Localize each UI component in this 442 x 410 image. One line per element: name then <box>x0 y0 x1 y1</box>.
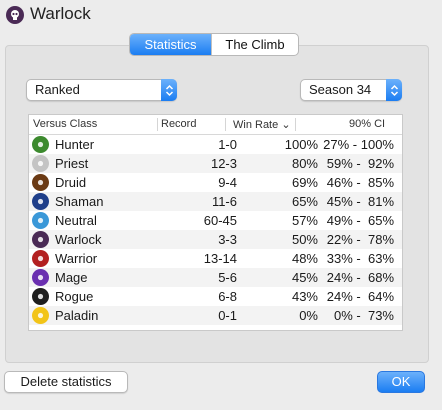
neutral-icon <box>32 212 49 229</box>
tab-switcher: Statistics The Climb <box>129 33 299 56</box>
header-ci[interactable]: 90% CI <box>349 118 385 130</box>
chevron-updown-icon <box>386 79 402 101</box>
column-divider <box>157 118 158 131</box>
priest-icon <box>32 155 49 172</box>
class-name: Hunter <box>55 137 95 152</box>
win-rate-value: 65% <box>291 194 318 209</box>
paladin-icon <box>32 307 49 324</box>
window-title: Warlock <box>30 4 91 23</box>
win-rate-value: 43% <box>291 289 318 304</box>
class-name: Warrior <box>55 251 98 266</box>
tab-statistics[interactable]: Statistics <box>130 34 211 55</box>
record-value: 60-45 <box>203 213 237 228</box>
table-row[interactable]: Warlock 3-3 50% 22% - 78% <box>29 230 402 249</box>
table-row[interactable]: Paladin 0-1 0% 0% - 73% <box>29 306 402 325</box>
ci-value: 27% - 100% <box>323 137 394 152</box>
mage-icon <box>32 269 49 286</box>
record-value: 11-6 <box>211 194 237 209</box>
ci-value: 46% - 85% <box>326 175 394 190</box>
column-divider <box>295 118 296 131</box>
win-rate-value: 50% <box>291 232 318 247</box>
class-name: Rogue <box>55 289 94 304</box>
win-rate-value: 0% <box>299 308 318 323</box>
table-row[interactable]: Hunter 1-0 100% 27% - 100% <box>29 135 402 154</box>
table-body: Hunter 1-0 100% 27% - 100% Priest 12-3 80% 59% … <box>29 135 402 325</box>
record-value: 3-3 <box>218 232 237 247</box>
hunter-icon <box>32 136 49 153</box>
chevron-updown-icon <box>161 79 177 101</box>
win-rate-value: 100% <box>284 137 318 152</box>
class-name: Paladin <box>55 308 99 323</box>
header-win-rate-label: Win Rate <box>233 119 279 131</box>
season-select-value: Season 34 <box>309 82 372 97</box>
table-header: Versus Class Record Win Rate ⌄ 90% CI <box>29 115 402 135</box>
table-row[interactable]: Rogue 6-8 43% 24% - 64% <box>29 287 402 306</box>
tab-the-climb[interactable]: The Climb <box>211 34 298 55</box>
mode-select-value: Ranked <box>35 82 80 97</box>
warlock-icon <box>32 231 49 248</box>
sort-chevron-icon: ⌄ <box>281 119 291 131</box>
class-name: Warlock <box>55 232 102 247</box>
season-select[interactable]: Season 34 <box>300 79 402 101</box>
table-row[interactable]: Warrior 13-14 48% 33% - 63% <box>29 249 402 268</box>
win-rate-value: 48% <box>291 251 318 266</box>
title-bar: Warlock <box>0 0 442 30</box>
table-row[interactable]: Shaman 11-6 65% 45% - 81% <box>29 192 402 211</box>
header-record[interactable]: Record <box>161 118 196 130</box>
win-rate-value: 69% <box>291 175 318 190</box>
stats-table: Versus Class Record Win Rate ⌄ 90% CI Hu… <box>28 114 403 331</box>
table-row[interactable]: Priest 12-3 80% 59% - 92% <box>29 154 402 173</box>
record-value: 6-8 <box>218 289 237 304</box>
rogue-icon <box>32 288 49 305</box>
record-value: 9-4 <box>218 175 237 190</box>
ci-value: 49% - 65% <box>326 213 394 228</box>
record-value: 5-6 <box>218 270 237 285</box>
class-name: Priest <box>55 156 89 171</box>
class-name: Druid <box>55 175 87 190</box>
column-divider <box>225 118 226 131</box>
class-name: Neutral <box>55 213 97 228</box>
ci-value: 45% - 81% <box>326 194 394 209</box>
ci-value: 22% - 78% <box>326 232 394 247</box>
table-row[interactable]: Neutral 60-45 57% 49% - 65% <box>29 211 402 230</box>
win-rate-value: 80% <box>291 156 318 171</box>
shaman-icon <box>32 193 49 210</box>
warlock-skull-icon <box>6 6 24 24</box>
ci-value: 24% - 68% <box>326 270 394 285</box>
record-value: 12-3 <box>210 156 237 171</box>
mode-select[interactable]: Ranked <box>26 79 177 101</box>
table-row[interactable]: Mage 5-6 45% 24% - 68% <box>29 268 402 287</box>
ci-value: 59% - 92% <box>326 156 394 171</box>
class-name: Mage <box>55 270 88 285</box>
ci-value: 24% - 64% <box>326 289 394 304</box>
ci-value: 33% - 63% <box>326 251 394 266</box>
table-row[interactable]: Druid 9-4 69% 46% - 85% <box>29 173 402 192</box>
record-value: 13-14 <box>203 251 237 266</box>
win-rate-value: 45% <box>291 270 318 285</box>
win-rate-value: 57% <box>291 213 318 228</box>
record-value: 0-1 <box>218 308 237 323</box>
record-value: 1-0 <box>218 137 237 152</box>
druid-icon <box>32 174 49 191</box>
ok-button[interactable]: OK <box>377 371 425 393</box>
class-name: Shaman <box>55 194 104 209</box>
header-win-rate[interactable]: Win Rate ⌄ <box>233 118 291 131</box>
header-versus-class[interactable]: Versus Class <box>33 118 97 130</box>
delete-statistics-button[interactable]: Delete statistics <box>4 371 128 393</box>
warrior-icon <box>32 250 49 267</box>
ci-value: 0% - 73% <box>334 308 394 323</box>
